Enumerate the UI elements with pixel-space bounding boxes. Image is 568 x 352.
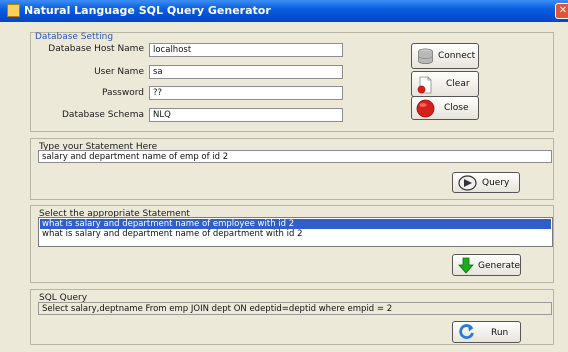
- app-window: Natural Language SQL Query Generator ✕ D…: [0, 0, 568, 352]
- run-button-label: Run: [491, 328, 509, 338]
- list-item[interactable]: what is salary and department name of de…: [40, 229, 551, 239]
- connect-button[interactable]: Connect: [411, 43, 479, 69]
- clear-button-label: Clear: [446, 79, 470, 89]
- run-icon: [458, 324, 475, 341]
- close-button[interactable]: Close: [411, 96, 479, 120]
- connect-button-label: Connect: [438, 51, 476, 61]
- user-name-input[interactable]: sa: [149, 65, 343, 79]
- schema-input[interactable]: NLQ: [149, 108, 343, 122]
- query-button-label: Query: [482, 178, 510, 188]
- generate-button-label: Generate: [478, 261, 521, 271]
- generate-button[interactable]: Generate: [452, 254, 521, 276]
- run-button[interactable]: Run: [452, 321, 521, 343]
- app-icon: [7, 4, 20, 17]
- password-label: Password: [101, 88, 144, 98]
- schema-label: Database Schema: [62, 110, 144, 120]
- list-item[interactable]: what is salary and department name of em…: [40, 219, 551, 229]
- statement-input[interactable]: salary and department name of emp of id …: [38, 150, 552, 163]
- clear-icon: [417, 76, 434, 94]
- clear-button[interactable]: Clear: [411, 71, 479, 97]
- generate-icon: [458, 257, 474, 274]
- title-bar: Natural Language SQL Query Generator ✕: [0, 0, 568, 22]
- password-input[interactable]: ??: [149, 86, 343, 100]
- close-icon: [416, 99, 435, 118]
- user-name-label: User Name: [94, 67, 144, 77]
- sql-query-output: Select salary,deptname From emp JOIN dep…: [38, 302, 552, 315]
- window-title: Natural Language SQL Query Generator: [24, 4, 271, 17]
- database-setting-title: Database Setting: [35, 32, 114, 42]
- statement-list[interactable]: what is salary and department name of em…: [38, 217, 553, 247]
- database-icon: [417, 48, 434, 65]
- close-button-label: Close: [444, 103, 469, 113]
- host-name-label: Database Host Name: [48, 44, 144, 54]
- window-close-icon[interactable]: ✕: [555, 3, 568, 19]
- query-icon: [458, 175, 477, 191]
- query-button[interactable]: Query: [452, 172, 520, 193]
- host-name-input[interactable]: localhost: [149, 43, 343, 57]
